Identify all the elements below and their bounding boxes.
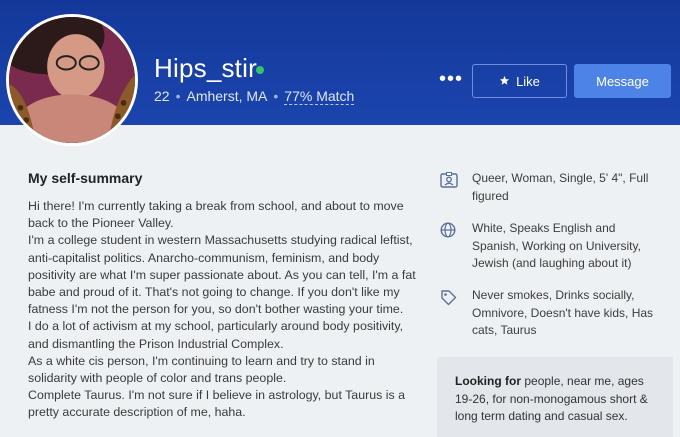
like-button[interactable]: Like — [472, 64, 567, 98]
detail-background-text: White, Speaks English and Spanish, Worki… — [472, 221, 641, 270]
profile-username: Hips_stir — [154, 53, 257, 83]
avatar-photo — [9, 17, 135, 143]
message-button[interactable]: Message — [574, 64, 671, 98]
detail-basics: Queer, Woman, Single, 5' 4", Full figure… — [440, 170, 665, 205]
detail-lifestyle-text: Never smokes, Drinks socially, Omnivore,… — [472, 288, 654, 337]
profile-header: Hips_stir 22 • Amherst, MA • 77% Match ••• L… — [0, 0, 680, 146]
detail-lifestyle: Never smokes, Drinks socially, Omnivore,… — [440, 287, 665, 340]
profile-location: Amherst, MA — [186, 88, 268, 104]
id-card-icon — [440, 172, 462, 205]
meta-separator: • — [175, 88, 181, 104]
like-button-label: Like — [516, 73, 540, 89]
detail-basics-text: Queer, Woman, Single, 5' 4", Full figure… — [472, 171, 649, 203]
summary-paragraph: I'm a college student in western Massach… — [28, 233, 416, 317]
self-summary-heading: My self-summary — [28, 170, 143, 186]
profile-age: 22 — [154, 88, 170, 104]
summary-paragraph: Complete Taurus. I'm not sure if I belie… — [28, 388, 406, 420]
detail-background: White, Speaks English and Spanish, Worki… — [440, 220, 665, 273]
online-status-dot — [256, 66, 264, 74]
summary-paragraph: As a white cis person, I'm continuing to… — [28, 353, 375, 386]
profile-meta: 22 • Amherst, MA • 77% Match — [154, 87, 355, 105]
looking-for-label: Looking for — [455, 374, 521, 388]
avatar[interactable] — [6, 14, 138, 146]
globe-icon — [440, 222, 462, 273]
summary-paragraph: Hi there! I'm currently taking a break f… — [28, 199, 404, 231]
self-summary-text: Hi there! I'm currently taking a break f… — [28, 198, 418, 422]
summary-paragraph: I do a lot of activism at my school, par… — [28, 319, 404, 351]
looking-for-card: Looking for people, near me, ages 19-26,… — [437, 357, 673, 437]
meta-separator: • — [273, 88, 279, 104]
star-icon — [499, 74, 510, 89]
tag-icon — [440, 289, 462, 340]
more-options-button[interactable]: ••• — [438, 69, 464, 92]
match-percentage[interactable]: 77% Match — [284, 88, 355, 105]
